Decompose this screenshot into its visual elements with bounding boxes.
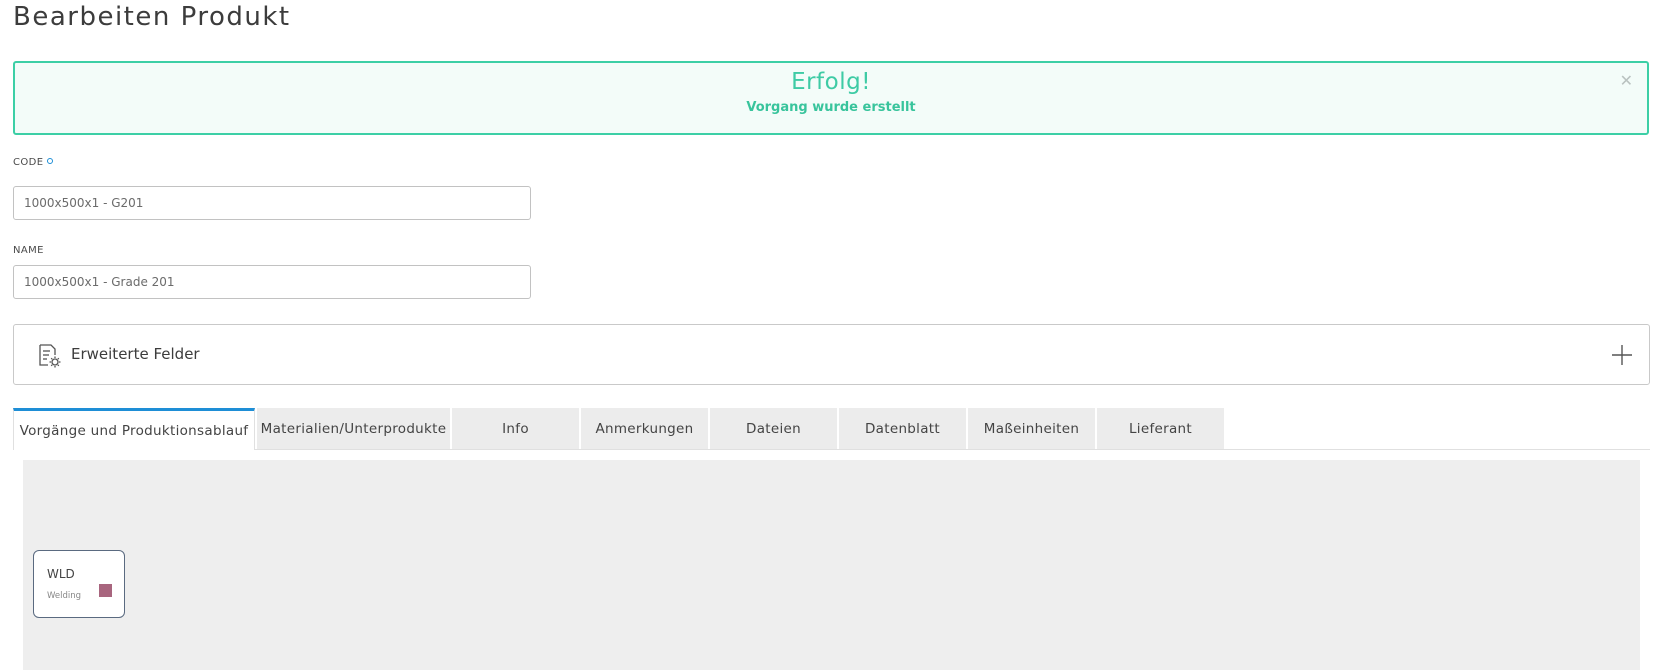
extended-fields-panel[interactable]: Erweiterte Felder — [13, 324, 1650, 385]
operation-color-swatch — [99, 584, 112, 597]
operation-code: WLD — [47, 567, 75, 581]
tab-datasheet[interactable]: Datenblatt — [839, 408, 966, 449]
tab-label: Anmerkungen — [595, 420, 694, 437]
tab-materials[interactable]: Materialien/Unterprodukte — [257, 408, 450, 449]
tab-units[interactable]: Maßeinheiten — [968, 408, 1095, 449]
tab-label: Info — [502, 420, 529, 437]
tab-label: Lieferant — [1128, 420, 1192, 437]
tab-label: Materialien/Unterprodukte — [260, 420, 447, 437]
page: Bearbeiten Produkt Erfolg! Vorgang wurde… — [0, 0, 1661, 670]
tab-notes[interactable]: Anmerkungen — [581, 408, 708, 449]
name-input[interactable] — [13, 265, 531, 299]
code-label: CODE — [13, 157, 54, 168]
tab-label: Maßeinheiten — [983, 420, 1080, 437]
code-input[interactable] — [13, 186, 531, 220]
success-alert: Erfolg! Vorgang wurde erstellt ✕ — [13, 61, 1649, 135]
tab-operations[interactable]: Vorgänge und Produktionsablauf — [13, 408, 255, 450]
tab-label: Vorgänge und Produktionsablauf — [19, 422, 249, 439]
plus-icon[interactable] — [1611, 344, 1633, 366]
code-label-text: CODE — [13, 157, 44, 168]
workflow-canvas[interactable]: WLD Welding — [23, 460, 1640, 670]
tab-files[interactable]: Dateien — [710, 408, 837, 449]
tab-info[interactable]: Info — [452, 408, 579, 449]
name-label: NAME — [13, 245, 44, 256]
tab-label: Datenblatt — [864, 420, 940, 437]
operation-node[interactable]: WLD Welding — [33, 550, 125, 618]
extended-fields-label: Erweiterte Felder — [71, 345, 200, 363]
document-settings-icon — [39, 344, 61, 368]
page-title: Bearbeiten Produkt — [13, 2, 291, 32]
tab-bar: Vorgänge und Produktionsablauf Materiali… — [13, 408, 1650, 450]
tab-label: Dateien — [746, 420, 801, 437]
tab-supplier[interactable]: Lieferant — [1097, 408, 1224, 449]
alert-title: Erfolg! — [791, 69, 871, 95]
alert-message: Vorgang wurde erstellt — [746, 100, 916, 115]
operation-name: Welding — [47, 591, 82, 601]
required-indicator-icon — [47, 158, 54, 164]
close-icon[interactable]: ✕ — [1620, 71, 1633, 90]
